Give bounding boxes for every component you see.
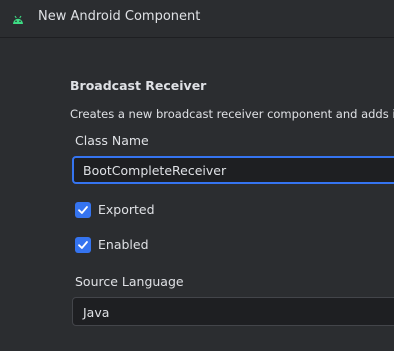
exported-checkbox[interactable] [75, 202, 91, 218]
dialog-content: Broadcast Receiver Creates a new broadca… [0, 38, 394, 351]
title-bar: New Android Component [0, 0, 394, 38]
class-name-input[interactable]: BootCompleteReceiver [72, 156, 394, 184]
exported-label[interactable]: Exported [98, 202, 155, 217]
source-language-select[interactable]: Java [72, 297, 394, 326]
class-name-label: Class Name [75, 133, 149, 148]
enabled-label[interactable]: Enabled [98, 237, 149, 252]
enabled-checkbox[interactable] [75, 237, 91, 253]
component-description: Creates a new broadcast receiver compone… [70, 107, 394, 121]
checkmark-icon [78, 206, 88, 214]
android-icon [12, 11, 24, 24]
window-title: New Android Component [38, 9, 201, 24]
new-android-component-dialog: New Android Component Broadcast Receiver… [0, 0, 394, 351]
checkmark-icon [78, 241, 88, 249]
source-language-label: Source Language [75, 274, 184, 289]
component-heading: Broadcast Receiver [70, 78, 207, 93]
